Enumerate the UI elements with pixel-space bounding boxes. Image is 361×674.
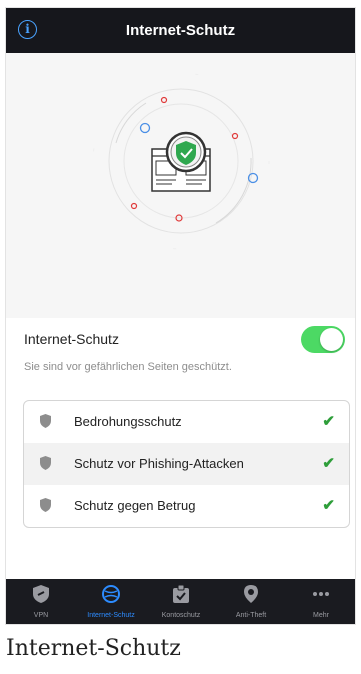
feature-label: Schutz vor Phishing-Attacken — [74, 456, 244, 471]
list-item[interactable]: Schutz vor Phishing-Attacken ✔ — [24, 443, 349, 485]
tab-anti-theft[interactable]: Anti-Theft — [216, 579, 286, 624]
feature-label: Schutz gegen Betrug — [74, 498, 196, 513]
tab-kontoschutz[interactable]: Kontoschutz — [146, 579, 216, 624]
tab-internet-schutz[interactable]: Internet-Schutz — [76, 579, 146, 624]
bottom-tab-bar: VPN Internet-Schutz Kontoschutz Anti-The… — [6, 579, 355, 624]
page-title: Internet-Schutz — [125, 22, 236, 39]
tab-label: Kontoschutz — [161, 612, 201, 619]
account-clipboard-icon — [173, 585, 189, 603]
shield-icon — [40, 498, 51, 512]
tab-label: Mehr — [313, 612, 329, 619]
more-dots-icon — [313, 592, 329, 596]
protection-toggle-row: Internet-Schutz — [24, 323, 345, 355]
toggle-knob — [320, 328, 343, 351]
checkmark-icon: ✔ — [322, 455, 335, 472]
tab-label: Internet-Schutz — [87, 612, 135, 619]
shield-icon — [40, 414, 51, 428]
feature-list: Bedrohungsschutz ✔ Schutz vor Phishing-A… — [23, 400, 350, 528]
screenshot-caption: Internet-Schutz — [6, 636, 181, 661]
checkmark-icon: ✔ — [322, 413, 335, 430]
tab-mehr[interactable]: Mehr — [286, 579, 355, 624]
tab-label: VPN — [33, 612, 49, 619]
protection-label: Internet-Schutz — [24, 331, 119, 347]
protection-toggle[interactable] — [301, 326, 345, 353]
vpn-shield-icon — [33, 585, 49, 603]
checkmark-icon: ✔ — [322, 497, 335, 514]
protected-browser-shield-illustration — [92, 72, 270, 250]
tab-label: Anti-Theft — [235, 612, 267, 619]
list-item[interactable]: Schutz gegen Betrug ✔ — [24, 485, 349, 527]
location-pin-icon — [244, 585, 258, 603]
list-item[interactable]: Bedrohungsschutz ✔ — [24, 401, 349, 443]
top-bar: i Internet-Schutz — [6, 8, 355, 53]
tab-vpn[interactable]: VPN — [6, 579, 76, 624]
protection-status-text: Sie sind vor gefährlichen Seiten geschüt… — [24, 361, 232, 373]
feature-label: Bedrohungsschutz — [74, 414, 182, 429]
globe-icon — [102, 585, 120, 603]
app-screen: i Internet-Schutz Internet-Schutz Sie si… — [5, 7, 356, 625]
shield-icon — [40, 456, 51, 470]
hero-illustration — [6, 53, 355, 318]
